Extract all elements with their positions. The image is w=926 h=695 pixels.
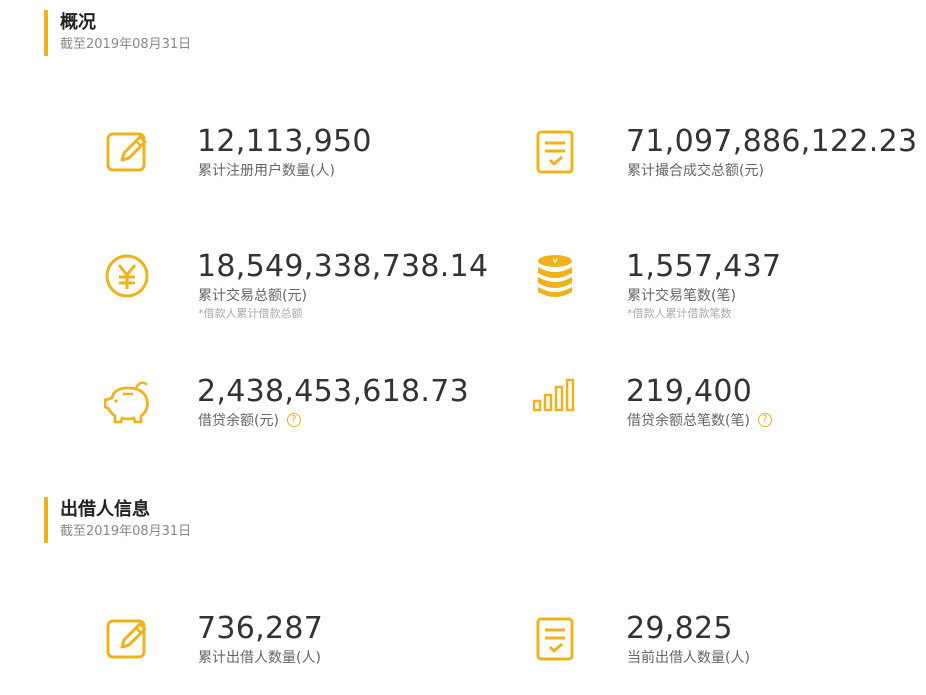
stat-value: 736,287 — [197, 611, 324, 646]
bar-chart-icon — [533, 378, 583, 428]
stat-current-lenders: 29,825 当前出借人数量(人) — [533, 611, 926, 695]
stat-label: 当前出借人数量(人) — [627, 650, 750, 666]
stat-label-text: 借贷余额总笔数(笔) — [627, 413, 750, 429]
stat-total-transaction-count: ¥ 1,557,437 累计交易笔数(笔) *借款人累计借款笔数 — [533, 249, 926, 333]
stat-label-text: 借贷余额(元) — [198, 413, 279, 429]
stat-note: *借款人累计借款总额 — [198, 307, 303, 320]
checklist-icon — [533, 615, 583, 665]
overview-subtitle: 截至2019年08月31日 — [60, 37, 192, 52]
stat-total-registered-users: 12,113,950 累计注册用户数量(人) — [104, 124, 524, 208]
stat-value: 71,097,886,122.23 — [626, 124, 918, 159]
overview-section-header: 概况 截至2019年08月31日 — [44, 10, 191, 56]
stat-label: 累计出借人数量(人) — [198, 650, 321, 666]
checklist-icon — [533, 128, 583, 178]
stat-loan-balance-count: 219,400 借贷余额总笔数(笔)? — [533, 374, 926, 458]
stat-label: 借贷余额(元)? — [198, 411, 301, 431]
yuan-coin-icon — [104, 253, 154, 303]
stat-value: 18,549,338,738.14 — [197, 249, 489, 284]
stat-value: 1,557,437 — [626, 249, 782, 284]
svg-text:¥: ¥ — [552, 257, 557, 266]
overview-title: 概况 — [60, 12, 96, 33]
coin-stack-icon: ¥ — [533, 253, 583, 303]
stat-value: 12,113,950 — [197, 124, 372, 159]
stat-total-transaction-amount: 18,549,338,738.14 累计交易总额(元) *借款人累计借款总额 — [104, 249, 524, 333]
lender-title: 出借人信息 — [60, 499, 150, 520]
edit-icon — [104, 615, 154, 665]
stat-label: 累计交易笔数(笔) — [627, 288, 736, 304]
stat-value: 219,400 — [626, 374, 753, 409]
stat-label: 借贷余额总笔数(笔)? — [627, 411, 772, 431]
piggy-bank-icon — [104, 378, 154, 428]
stat-loan-balance: 2,438,453,618.73 借贷余额(元)? — [104, 374, 524, 458]
stat-total-lenders: 736,287 累计出借人数量(人) — [104, 611, 524, 695]
stat-label: 累计注册用户数量(人) — [198, 163, 335, 179]
edit-icon — [104, 128, 154, 178]
stat-total-matched-amount: 71,097,886,122.23 累计撮合成交总额(元) — [533, 124, 926, 208]
stat-note: *借款人累计借款笔数 — [627, 307, 732, 320]
stat-value: 29,825 — [626, 611, 733, 646]
stat-label: 累计交易总额(元) — [198, 288, 307, 304]
lender-subtitle: 截至2019年08月31日 — [60, 524, 192, 539]
help-icon[interactable]: ? — [757, 413, 772, 427]
help-icon[interactable]: ? — [286, 413, 301, 427]
stat-value: 2,438,453,618.73 — [197, 374, 469, 409]
stat-label: 累计撮合成交总额(元) — [627, 163, 764, 179]
lender-section-header: 出借人信息 截至2019年08月31日 — [44, 497, 191, 543]
